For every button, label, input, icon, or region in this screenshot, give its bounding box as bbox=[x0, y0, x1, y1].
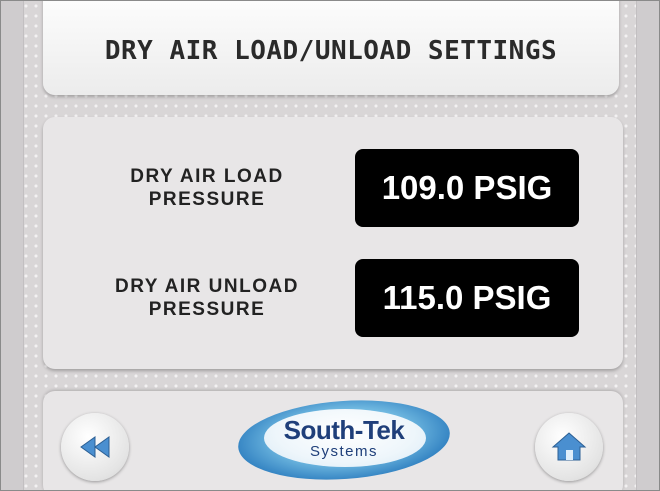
home-icon bbox=[551, 432, 587, 461]
home-button[interactable] bbox=[535, 413, 603, 481]
page-title: DRY AIR LOAD/UNLOAD SETTINGS bbox=[104, 36, 558, 66]
dry-air-load-label-line1: DRY AIR LOAD bbox=[130, 166, 284, 187]
navigation-panel: South-Tek Systems bbox=[43, 391, 623, 490]
dry-air-unload-row: DRY AIR UNLOAD PRESSURE 115.0 PSIG bbox=[43, 259, 623, 337]
rewind-icon bbox=[80, 436, 110, 458]
logo-sub-text: Systems bbox=[309, 443, 378, 460]
settings-panel: DRY AIR LOAD PRESSURE 109.0 PSIG DRY AIR… bbox=[43, 117, 623, 369]
dry-air-unload-label: DRY AIR UNLOAD PRESSURE bbox=[69, 259, 345, 337]
dry-air-load-row: DRY AIR LOAD PRESSURE 109.0 PSIG bbox=[43, 149, 623, 227]
south-tek-logo: South-Tek Systems bbox=[235, 393, 453, 487]
dry-air-unload-label-line2: PRESSURE bbox=[148, 299, 266, 320]
dry-air-unload-label-line1: DRY AIR UNLOAD bbox=[115, 276, 299, 297]
logo-brand-text: South-Tek bbox=[283, 415, 405, 445]
dry-air-load-value-field[interactable]: 109.0 PSIG bbox=[355, 149, 579, 227]
left-rail bbox=[1, 1, 24, 490]
dry-air-unload-value-field[interactable]: 115.0 PSIG bbox=[355, 259, 579, 337]
hmi-screen: DRY AIR LOAD/UNLOAD SETTINGS DRY AIR LOA… bbox=[0, 0, 660, 491]
title-panel: DRY AIR LOAD/UNLOAD SETTINGS bbox=[43, 1, 619, 95]
dry-air-load-label: DRY AIR LOAD PRESSURE bbox=[69, 149, 345, 227]
right-rail bbox=[636, 1, 659, 490]
back-button[interactable] bbox=[61, 413, 129, 481]
dry-air-load-label-line2: PRESSURE bbox=[148, 189, 266, 210]
